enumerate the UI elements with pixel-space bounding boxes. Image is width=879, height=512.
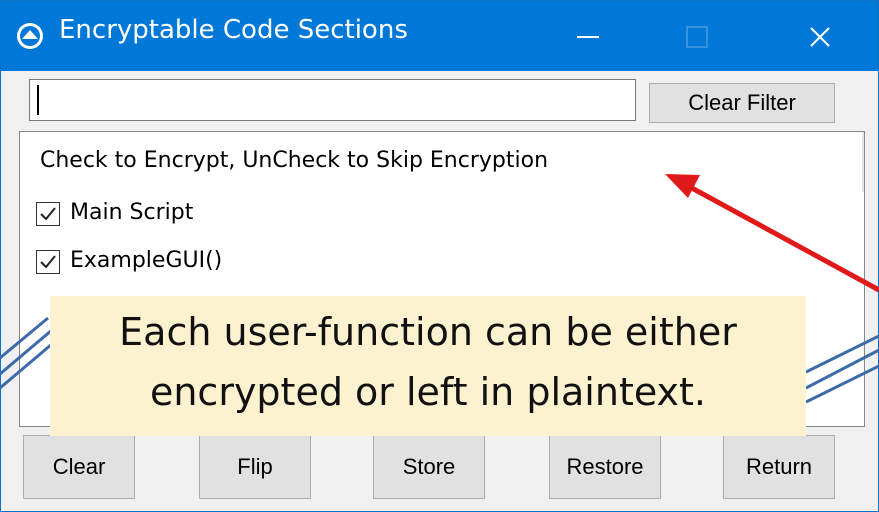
restore-button[interactable]: Restore [549, 435, 661, 499]
maximize-button[interactable] [641, 1, 751, 71]
minimize-button[interactable] [531, 1, 641, 71]
app-icon [17, 23, 43, 49]
text-caret [37, 85, 39, 115]
examplegui-checkbox[interactable] [36, 250, 60, 274]
annotation-callout: Each user-function can be either encrypt… [50, 296, 806, 436]
minimize-icon [577, 36, 599, 38]
return-button[interactable]: Return [723, 435, 835, 499]
close-button[interactable] [766, 1, 876, 71]
filter-input[interactable] [29, 79, 636, 121]
flip-button[interactable]: Flip [199, 435, 311, 499]
list-header: Check to Encrypt, UnCheck to Skip Encryp… [40, 148, 549, 173]
store-button[interactable]: Store [373, 435, 485, 499]
callout-line-1: Each user-function can be either [119, 310, 737, 354]
clear-button[interactable]: Clear [23, 435, 135, 499]
scrollbar[interactable] [862, 132, 864, 192]
list-item-label: Main Script [70, 200, 194, 225]
clear-filter-button[interactable]: Clear Filter [649, 83, 835, 123]
window-title: Encryptable Code Sections [59, 15, 408, 45]
title-bar[interactable]: Encryptable Code Sections [1, 1, 878, 71]
close-icon [810, 27, 830, 47]
main-script-checkbox[interactable] [36, 202, 60, 226]
maximize-icon [686, 26, 708, 48]
callout-line-2: encrypted or left in plaintext. [149, 370, 707, 414]
checkmark-icon [40, 207, 56, 221]
list-item-label: ExampleGUI() [70, 248, 223, 273]
checkmark-icon [40, 255, 56, 269]
